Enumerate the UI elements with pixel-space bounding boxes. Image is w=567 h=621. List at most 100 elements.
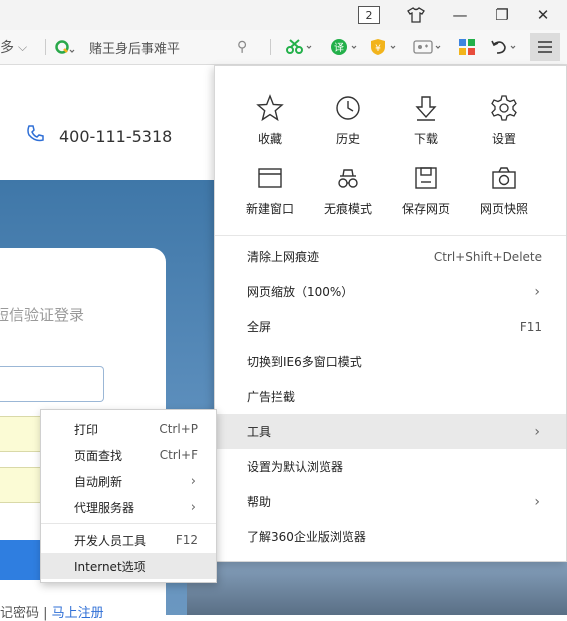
svg-text:译: 译 bbox=[334, 42, 344, 54]
favorites-button[interactable]: 收藏 bbox=[231, 94, 309, 158]
incognito-button[interactable]: 无痕模式 bbox=[309, 164, 387, 228]
login-button[interactable] bbox=[0, 540, 42, 580]
incognito-label: 无痕模式 bbox=[323, 202, 372, 216]
star-icon bbox=[256, 94, 284, 122]
search-icon[interactable]: ⚲ bbox=[237, 36, 247, 58]
settings-label: 设置 bbox=[491, 132, 516, 146]
close-button[interactable]: ✕ bbox=[532, 4, 554, 26]
translate-icon[interactable]: 译 bbox=[331, 36, 361, 58]
menu-item-clear-history[interactable]: 清除上网痕迹 Ctrl+Shift+Delete bbox=[215, 239, 566, 274]
menu-item-help[interactable]: 帮助 › bbox=[215, 484, 566, 519]
chevron-right-icon: › bbox=[534, 423, 540, 440]
menu-item-zoom[interactable]: 网页缩放（100%） › bbox=[215, 274, 566, 309]
history-label: 历史 bbox=[335, 132, 360, 146]
history-button[interactable]: 历史 bbox=[309, 94, 387, 158]
submenu-item-label: 打印 bbox=[74, 422, 99, 437]
login-title: 短信验证登录 bbox=[0, 306, 85, 324]
new-window-label: 新建窗口 bbox=[245, 202, 294, 216]
login-field[interactable] bbox=[0, 416, 43, 452]
svg-text:¥: ¥ bbox=[375, 44, 381, 54]
submenu-item-shortcut: Ctrl+F bbox=[159, 448, 198, 462]
submenu-item-label: 开发人员工具 bbox=[74, 533, 147, 548]
window-icon bbox=[258, 168, 282, 188]
submenu-item-label: 自动刷新 bbox=[74, 474, 123, 489]
submenu-item-proxy[interactable]: 代理服务器 › bbox=[41, 494, 216, 520]
snapshot-button[interactable]: 网页快照 bbox=[465, 164, 543, 228]
submenu-item-label: Internet选项 bbox=[74, 559, 146, 574]
toolbar-divider bbox=[45, 39, 46, 55]
clock-icon bbox=[336, 96, 360, 120]
menu-item-label: 切换到IE6多窗口模式 bbox=[247, 355, 362, 369]
submenu-item-label: 代理服务器 bbox=[74, 500, 135, 515]
menu-item-shortcut: Ctrl+Shift+Delete bbox=[433, 249, 542, 264]
menu-item-label: 了解360企业版浏览器 bbox=[247, 530, 366, 544]
menu-item-set-default[interactable]: 设置为默认浏览器 bbox=[215, 449, 566, 484]
menu-item-ie6-mode[interactable]: 切换到IE6多窗口模式 bbox=[215, 344, 566, 379]
menu-item-label: 工具 bbox=[247, 425, 272, 439]
menu-item-label: 网页缩放（100%） bbox=[247, 285, 354, 299]
menu-item-label: 帮助 bbox=[247, 495, 272, 509]
submenu-item-internet-options[interactable]: Internet选项 bbox=[41, 553, 216, 579]
submenu-item-shortcut: Ctrl+P bbox=[159, 422, 198, 436]
tab-count-badge[interactable]: 2 bbox=[358, 6, 380, 24]
downloads-label: 下载 bbox=[413, 132, 438, 146]
menu-item-shortcut: F11 bbox=[519, 319, 542, 334]
favorites-label: 收藏 bbox=[257, 132, 282, 146]
scissors-icon[interactable] bbox=[285, 36, 315, 58]
submenu-item-auto-refresh[interactable]: 自动刷新 › bbox=[41, 468, 216, 494]
menu-item-label: 广告拦截 bbox=[247, 390, 296, 404]
menu-hamburger-icon[interactable] bbox=[530, 33, 560, 61]
minimize-button[interactable]: — bbox=[449, 4, 471, 26]
search-engine-logo-icon[interactable] bbox=[55, 36, 79, 58]
submenu-divider bbox=[41, 523, 216, 524]
download-icon bbox=[415, 96, 437, 121]
register-link[interactable]: 马上注册 bbox=[52, 606, 104, 621]
chevron-right-icon: › bbox=[190, 499, 196, 515]
menu-item-tools[interactable]: 工具 › bbox=[215, 414, 566, 449]
gear-icon bbox=[491, 95, 517, 121]
submenu-item-shortcut: F12 bbox=[175, 533, 198, 547]
submenu-item-print[interactable]: 打印 Ctrl+P bbox=[41, 416, 216, 442]
search-input[interactable]: 赌王身后事难平 bbox=[89, 36, 180, 58]
save-page-button[interactable]: 保存网页 bbox=[387, 164, 465, 228]
undo-icon[interactable] bbox=[490, 36, 520, 58]
hero-photo bbox=[187, 555, 567, 615]
chevron-right-icon: › bbox=[190, 473, 196, 489]
phone-icon bbox=[25, 124, 45, 148]
restore-button[interactable]: ❐ bbox=[491, 4, 513, 26]
chevron-right-icon: › bbox=[534, 493, 540, 510]
menu-item-label: 设置为默认浏览器 bbox=[247, 460, 344, 474]
menu-item-fullscreen[interactable]: 全屏 F11 bbox=[215, 309, 566, 344]
contact-phone: 400-111-5318 bbox=[25, 124, 172, 148]
toolbar-divider bbox=[270, 39, 271, 55]
shield-icon[interactable]: ¥ bbox=[370, 36, 400, 58]
submenu-item-devtools[interactable]: 开发人员工具 F12 bbox=[41, 527, 216, 553]
chevron-right-icon: › bbox=[534, 283, 540, 300]
phone-number: 400-111-5318 bbox=[59, 126, 173, 146]
tools-submenu: 打印 Ctrl+P 页面查找 Ctrl+F 自动刷新 › 代理服务器 › 开发人… bbox=[40, 409, 217, 583]
snapshot-label: 网页快照 bbox=[479, 202, 528, 216]
new-window-button[interactable]: 新建窗口 bbox=[231, 164, 309, 228]
forgot-password-link[interactable]: 记密码 | bbox=[0, 606, 52, 621]
submenu-item-find[interactable]: 页面查找 Ctrl+F bbox=[41, 442, 216, 468]
menu-item-label: 全屏 bbox=[247, 320, 272, 334]
address-fragment: 多 bbox=[0, 40, 14, 56]
incognito-icon bbox=[338, 169, 358, 188]
save-icon bbox=[415, 167, 437, 189]
camera-icon bbox=[492, 167, 516, 189]
downloads-button[interactable]: 下载 bbox=[387, 94, 465, 158]
menu-item-adblock[interactable]: 广告拦截 bbox=[215, 379, 566, 414]
login-input[interactable] bbox=[0, 366, 104, 402]
submenu-item-label: 页面查找 bbox=[74, 448, 123, 463]
save-page-label: 保存网页 bbox=[401, 202, 450, 216]
menu-item-label: 清除上网痕迹 bbox=[247, 250, 320, 264]
browser-main-menu: 收藏 历史 下载 设置 新建窗口 无痕模式 保存网页 网页快照 清除上网痕迹 C… bbox=[214, 65, 567, 562]
browser-toolbar: 多 ⌵ 赌王身后事难平 ⚲ 译 ¥ bbox=[0, 30, 567, 65]
shirt-icon[interactable] bbox=[405, 4, 427, 26]
address-dropdown-icon[interactable]: ⌵ bbox=[18, 36, 27, 58]
menu-item-about-enterprise[interactable]: 了解360企业版浏览器 bbox=[215, 519, 566, 554]
apps-grid-icon[interactable] bbox=[458, 36, 476, 58]
login-field[interactable] bbox=[0, 467, 43, 503]
game-icon[interactable] bbox=[413, 36, 445, 58]
settings-button[interactable]: 设置 bbox=[465, 94, 543, 158]
